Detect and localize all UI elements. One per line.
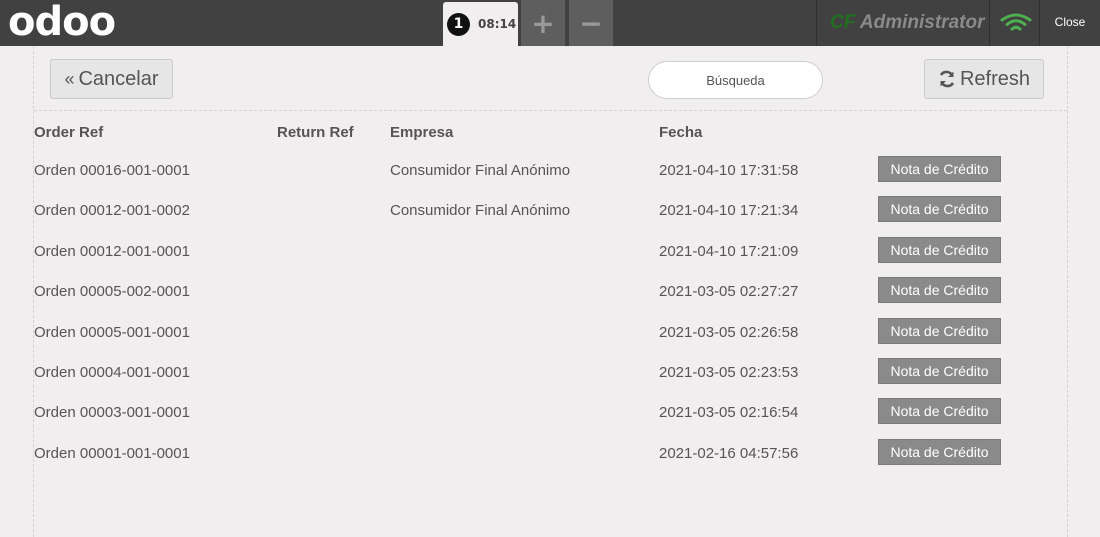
fecha-cell: 2021-03-05 02:26:58 (659, 323, 799, 341)
add-order-button[interactable]: + (521, 0, 565, 46)
credit-note-button[interactable]: Nota de Crédito (878, 398, 1001, 425)
order-ref-cell: Orden 00001-001-0001 (34, 444, 190, 462)
order-ref-cell: Orden 00012-001-0001 (34, 242, 190, 260)
table-row[interactable]: Orden 00003-001-0001 2021-03-05 02:16:54… (34, 394, 1067, 434)
search-input[interactable] (648, 61, 823, 99)
credit-note-button[interactable]: Nota de Crédito (878, 317, 1001, 344)
order-ref-cell: Orden 00004-001-0001 (34, 363, 190, 381)
divider (989, 0, 990, 46)
fecha-cell: 2021-03-05 02:27:27 (659, 283, 799, 301)
credit-note-button[interactable]: Nota de Crédito (878, 236, 1001, 263)
table-row[interactable]: Orden 00004-001-0001 2021-03-05 02:23:53… (34, 354, 1067, 394)
wifi-icon (1000, 13, 1032, 31)
cashier-prefix: CF (830, 12, 856, 33)
order-tab[interactable]: 1 08:14 (443, 2, 518, 46)
close-button[interactable]: Close (1040, 0, 1100, 46)
table-row[interactable]: Orden 00005-002-0001 2021-03-05 02:27:27… (34, 273, 1067, 313)
cancel-label: Cancelar (78, 67, 159, 90)
fecha-cell: 2021-04-10 17:21:34 (659, 202, 799, 220)
cancel-button[interactable]: « Cancelar (50, 59, 173, 99)
credit-note-button[interactable]: Nota de Crédito (878, 196, 1001, 223)
credit-note-button[interactable]: Nota de Crédito (878, 156, 1001, 182)
cashier-name[interactable]: CF Administrator (830, 0, 984, 46)
top-bar: odoo 1 08:14 + − CF Administrator Close (0, 0, 1100, 46)
fecha-cell: 2021-02-16 04:57:56 (659, 444, 799, 462)
column-header-fecha: Fecha (659, 124, 703, 141)
table-row[interactable]: Orden 00012-001-0001 2021-04-10 17:21:09… (34, 233, 1067, 273)
fecha-cell: 2021-04-10 17:31:58 (659, 162, 799, 179)
fecha-cell: 2021-04-10 17:21:09 (659, 242, 799, 260)
column-header-empresa: Empresa (390, 124, 454, 141)
order-ref-cell: Orden 00012-001-0002 (34, 202, 190, 220)
order-number-badge: 1 (447, 12, 470, 36)
table-row[interactable]: Orden 00012-001-0002 Consumidor Final An… (34, 192, 1067, 232)
refresh-icon (939, 70, 955, 88)
column-header-return-ref: Return Ref (277, 124, 354, 141)
credit-note-button[interactable]: Nota de Crédito (878, 438, 1001, 465)
table-row[interactable]: Orden 00016-001-0001 Consumidor Final An… (34, 152, 1067, 192)
credit-note-button[interactable]: Nota de Crédito (878, 277, 1001, 304)
order-ref-cell: Orden 00005-001-0001 (34, 323, 190, 341)
order-time: 08:14 (478, 17, 517, 31)
table-row[interactable]: Orden 00001-001-0001 2021-02-16 04:57:56… (34, 435, 1067, 475)
column-header-order-ref: Order Ref (34, 124, 104, 141)
fecha-cell: 2021-03-05 02:23:53 (659, 363, 799, 381)
odoo-logo: odoo (8, 0, 116, 45)
empresa-cell: Consumidor Final Anónimo (390, 202, 571, 220)
refresh-button[interactable]: Refresh (924, 59, 1044, 99)
divider (816, 0, 817, 46)
screen-toolbar: « Cancelar Refresh (34, 46, 1067, 111)
table-row[interactable]: Orden 00005-001-0001 2021-03-05 02:26:58… (34, 314, 1067, 354)
table-header: Order Ref Return Ref Empresa Fecha (34, 112, 1067, 152)
fecha-cell: 2021-03-05 02:16:54 (659, 404, 799, 422)
order-ref-cell: Orden 00003-001-0001 (34, 404, 190, 422)
refresh-label: Refresh (959, 67, 1031, 90)
remove-order-button[interactable]: − (569, 0, 613, 46)
ticket-screen: « Cancelar Refresh Order Ref Return Ref … (33, 46, 1068, 537)
double-chevron-left-icon: « (64, 68, 75, 89)
cashier-label: Administrator (859, 12, 985, 33)
empresa-cell: Consumidor Final Anónimo (390, 162, 571, 179)
order-ref-cell: Orden 00005-002-0001 (34, 283, 190, 301)
orders-table: Order Ref Return Ref Empresa Fecha Orden… (34, 112, 1067, 475)
order-ref-cell: Orden 00016-001-0001 (34, 162, 190, 179)
credit-note-button[interactable]: Nota de Crédito (878, 357, 1001, 384)
